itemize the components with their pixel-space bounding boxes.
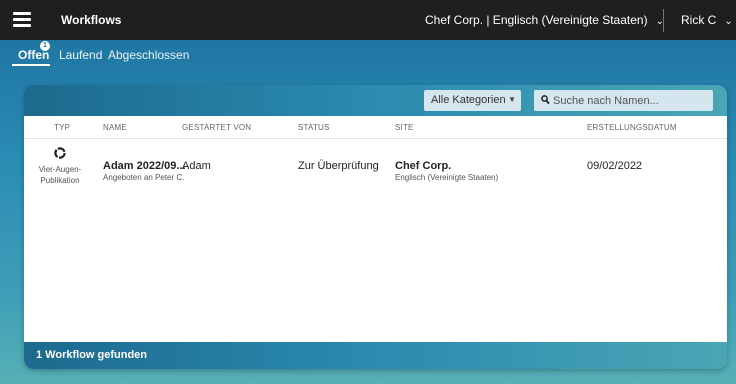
created-date: 09/02/2022 <box>587 160 643 172</box>
column-header-created[interactable]: ERSTELLUNGSDATUM <box>587 123 677 132</box>
workflow-assignee: Angeboten an Peter C. <box>103 173 185 182</box>
search-icon <box>541 95 550 105</box>
workflow-name: Adam 2022/09... <box>103 160 186 172</box>
column-header-status[interactable]: STATUS <box>298 123 330 132</box>
workflow-table: TYP NAME GESTARTET VON STATUS SITE ERSTE… <box>24 116 727 342</box>
chevron-down-icon: ▼ <box>508 95 516 104</box>
column-header-started-by[interactable]: GESTARTET VON <box>182 123 251 132</box>
tab-label: Laufend <box>59 48 103 62</box>
app-title: Workflows <box>61 13 122 27</box>
type-label: Vier-Augen-Publikation <box>38 165 82 185</box>
user-menu[interactable]: Rick C ⌄ <box>681 13 733 27</box>
site-name: Chef Corp. <box>395 160 452 172</box>
divider <box>663 9 664 32</box>
tab-laufend[interactable]: Laufend <box>59 48 102 62</box>
card-footer: 1 Workflow gefunden <box>24 342 727 369</box>
workflow-card: Alle Kategorien ▼ TYP NAME GESTARTET VON… <box>24 85 727 369</box>
active-tab-indicator <box>12 64 50 66</box>
category-value: Alle Kategorien <box>431 94 506 106</box>
tab-abgeschlossen[interactable]: Abgeschlossen <box>108 48 189 62</box>
search-field[interactable] <box>534 90 713 111</box>
workflow-cycle-icon <box>54 147 66 159</box>
site-language: Englisch (Vereinigte Staaten) <box>395 173 499 182</box>
tab-label: Abgeschlossen <box>108 48 190 62</box>
chevron-down-icon: ⌄ <box>724 16 733 27</box>
column-header-name[interactable]: NAME <box>103 123 127 132</box>
category-select[interactable]: Alle Kategorien ▼ <box>424 90 521 111</box>
tenant-label: Chef Corp. | Englisch (Vereinigte Staate… <box>425 13 648 27</box>
column-header-typ[interactable]: TYP <box>54 123 70 132</box>
count-badge: 1 <box>40 41 50 51</box>
top-bar: Workflows Chef Corp. | Englisch (Vereini… <box>0 0 736 40</box>
status-text: Zur Überprüfung <box>298 160 379 172</box>
menu-icon[interactable] <box>13 12 31 27</box>
card-toolbar: Alle Kategorien ▼ <box>24 85 727 116</box>
started-by: Adam <box>182 160 211 172</box>
result-count: 1 Workflow gefunden <box>36 349 148 361</box>
tenant-selector[interactable]: Chef Corp. | Englisch (Vereinigte Staate… <box>425 13 664 27</box>
search-input[interactable] <box>553 90 708 111</box>
workflow-tabs: Offen 1 Laufend Abgeschlossen <box>0 40 736 66</box>
table-row[interactable]: Vier-Augen-Publikation Adam 2022/09... A… <box>24 139 727 201</box>
user-name: Rick C <box>681 13 717 27</box>
column-header-site[interactable]: SITE <box>395 123 414 132</box>
